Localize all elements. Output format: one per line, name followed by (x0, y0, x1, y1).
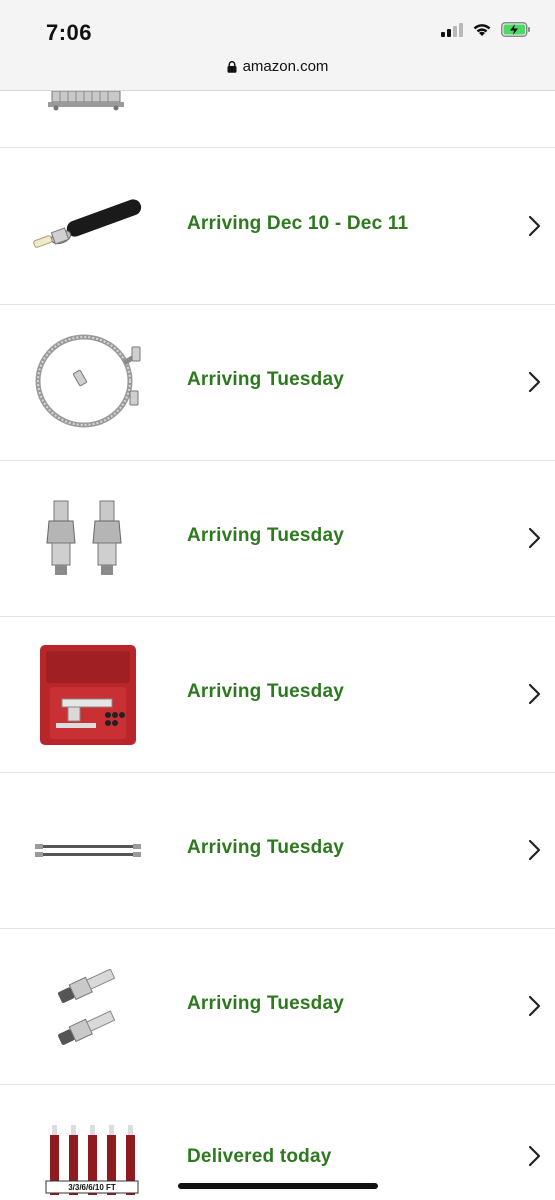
adapter-fittings-icon (46, 500, 122, 575)
home-indicator[interactable] (178, 1183, 378, 1189)
order-row[interactable]: Arriving Tuesday (0, 773, 555, 929)
cable-lengths-label: 3/3/6/6/10 FT (68, 1183, 116, 1192)
chevron-right-icon (528, 1145, 541, 1167)
signal-icon (441, 22, 463, 37)
product-thumbnail (28, 483, 148, 595)
delivery-status: Arriving Tuesday (187, 369, 344, 390)
flaring-tool-kit-icon (40, 645, 136, 745)
delivery-status: Arriving Tuesday (187, 837, 344, 858)
wifi-icon (473, 24, 491, 36)
chevron-right-icon (528, 527, 541, 549)
order-row[interactable]: Arriving Dec 10 - Dec 11 (0, 149, 555, 305)
brake-lines-icon (35, 844, 141, 857)
address-bar[interactable]: amazon.com (0, 58, 555, 75)
product-thumbnail (28, 951, 148, 1063)
lock-icon (227, 60, 237, 73)
system-icons (441, 22, 531, 37)
browser-top-bar: 7:06 amazon.com (0, 0, 555, 91)
chevron-right-icon (528, 995, 541, 1017)
chevron-right-icon (528, 371, 541, 393)
order-row[interactable]: Arriving Tuesday (0, 929, 555, 1085)
order-row-partial[interactable] (0, 91, 555, 148)
status-time: 7:06 (46, 20, 93, 45)
battery-charging-icon (501, 22, 530, 37)
chevron-right-icon (528, 839, 541, 861)
order-row[interactable]: Arriving Tuesday (0, 617, 555, 773)
product-thumbnail (28, 639, 148, 751)
product-thumbnail: 3/3/6/6/10 FT (28, 1125, 148, 1200)
order-row[interactable]: Arriving Tuesday (0, 305, 555, 461)
bleeder-fittings-icon (58, 969, 116, 1045)
product-thumbnail (28, 327, 148, 439)
radiator-icon (48, 91, 124, 111)
delivery-status: Arriving Tuesday (187, 525, 344, 546)
product-thumbnail (28, 795, 148, 907)
chevron-right-icon (528, 683, 541, 705)
url-text: amazon.com (242, 58, 329, 75)
delivery-status: Arriving Tuesday (187, 993, 344, 1014)
delivery-status: Arriving Tuesday (187, 681, 344, 702)
chevron-right-icon (528, 215, 541, 237)
charging-cables-icon: 3/3/6/6/10 FT (45, 1125, 139, 1195)
delivery-status: Delivered today (187, 1146, 332, 1167)
product-thumbnail (28, 171, 148, 283)
slave-cylinder-icon (32, 199, 141, 248)
order-row[interactable]: Arriving Tuesday (0, 461, 555, 617)
braided-hose-icon (35, 334, 141, 428)
delivery-status: Arriving Dec 10 - Dec 11 (187, 213, 409, 234)
